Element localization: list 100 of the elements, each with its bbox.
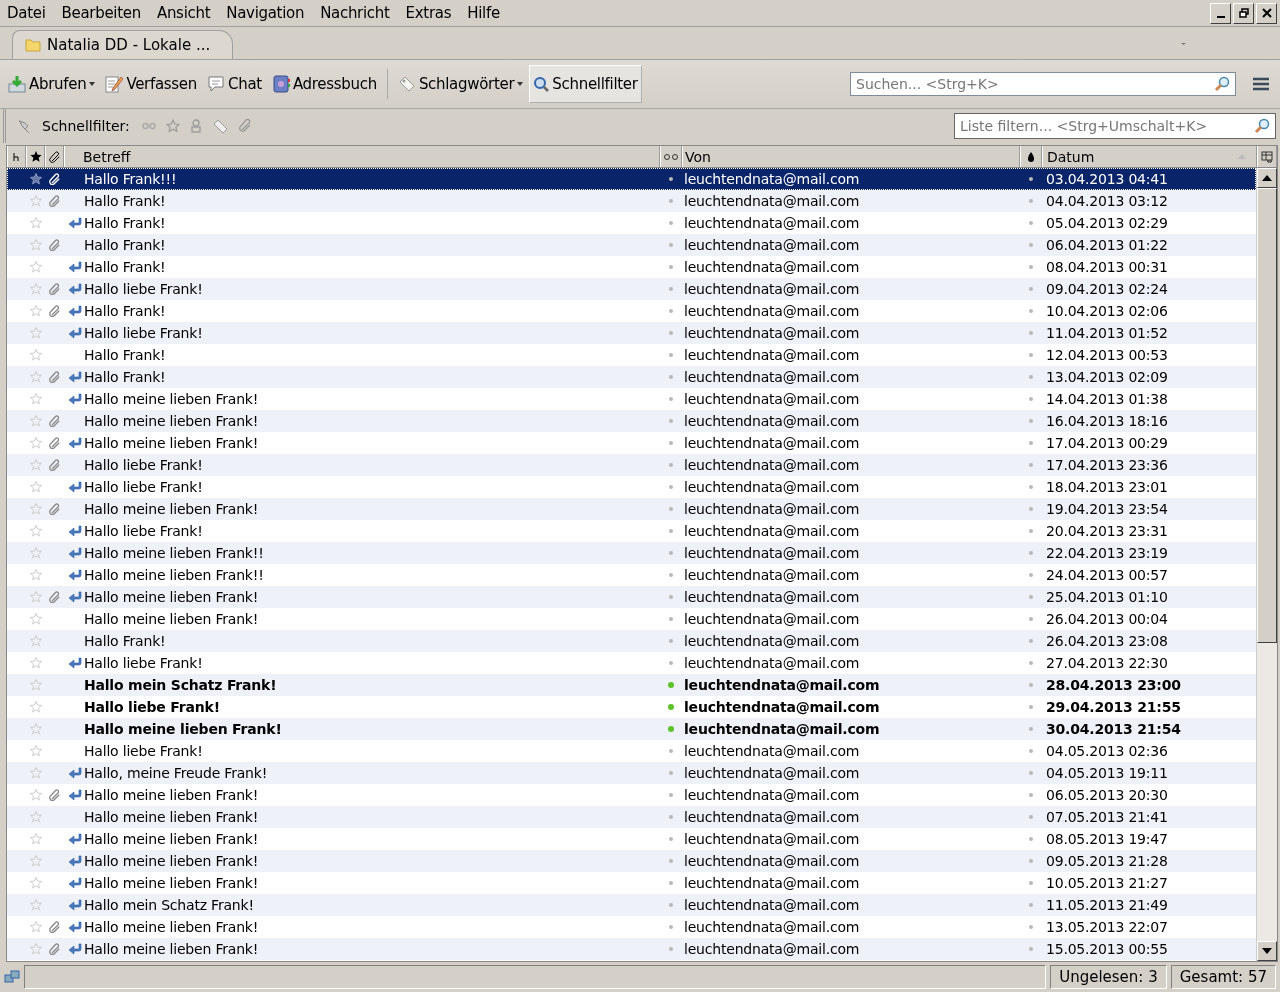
read-status-dot[interactable] xyxy=(669,947,673,951)
junk-status-dot[interactable] xyxy=(1029,243,1033,247)
star-icon[interactable] xyxy=(29,569,42,581)
star-icon[interactable] xyxy=(29,305,42,317)
star-icon[interactable] xyxy=(29,767,42,779)
junk-status-dot[interactable] xyxy=(1029,507,1033,511)
read-status-dot[interactable] xyxy=(669,463,673,467)
read-status-dot[interactable] xyxy=(669,375,673,379)
junk-status-dot[interactable] xyxy=(1029,903,1033,907)
read-status-dot[interactable] xyxy=(669,221,673,225)
message-row[interactable]: Hallo liebe Frank! leuchtendnata@mail.com 17.04.2013 23:36 xyxy=(7,454,1256,476)
message-row[interactable]: Hallo meine lieben Frank! leuchtendnata@mail.com 14.04.2013 01:38 xyxy=(7,388,1256,410)
menu-item[interactable]: Hilfe xyxy=(467,4,500,22)
read-status-dot[interactable] xyxy=(669,485,673,489)
toolbar-button[interactable]: Schlagwörter xyxy=(393,68,528,100)
read-status-dot[interactable] xyxy=(669,287,673,291)
read-status-dot[interactable] xyxy=(669,573,673,577)
menu-item[interactable]: Navigation xyxy=(226,4,305,22)
junk-status-dot[interactable] xyxy=(1029,617,1033,621)
junk-status-dot[interactable] xyxy=(1029,661,1033,665)
read-status-dot[interactable] xyxy=(669,595,673,599)
star-icon[interactable] xyxy=(29,371,42,383)
junk-status-dot[interactable] xyxy=(1029,551,1033,555)
read-column-header[interactable] xyxy=(660,146,682,167)
message-row[interactable]: Hallo meine lieben Frank! leuchtendnata@mail.com 26.04.2013 00:04 xyxy=(7,608,1256,630)
read-status-dot[interactable] xyxy=(668,704,674,710)
message-row[interactable]: Hallo Frank! leuchtendnata@mail.com 12.04.2013 00:53 xyxy=(7,344,1256,366)
star-icon[interactable] xyxy=(165,119,180,133)
toolbar-button[interactable]: Verfassen xyxy=(101,68,201,100)
junk-status-dot[interactable] xyxy=(1029,419,1033,423)
menu-item[interactable]: Bearbeiten xyxy=(61,4,141,22)
junk-status-dot[interactable] xyxy=(1029,485,1033,489)
junk-status-dot[interactable] xyxy=(1029,199,1033,203)
read-status-dot[interactable] xyxy=(669,793,673,797)
read-status-dot[interactable] xyxy=(669,331,673,335)
read-status-dot[interactable] xyxy=(669,903,673,907)
read-status-dot[interactable] xyxy=(669,441,673,445)
restore-button[interactable] xyxy=(1233,2,1254,24)
star-icon[interactable] xyxy=(29,899,42,911)
star-icon[interactable] xyxy=(29,613,42,625)
star-icon[interactable] xyxy=(29,459,42,471)
message-row[interactable]: Hallo liebe Frank! leuchtendnata@mail.com 27.04.2013 22:30 xyxy=(7,652,1256,674)
star-icon[interactable] xyxy=(29,723,42,735)
message-row[interactable]: Hallo meine lieben Frank! leuchtendnata@mail.com 30.04.2013 21:54 xyxy=(7,718,1256,740)
read-status-dot[interactable] xyxy=(669,199,673,203)
message-row[interactable]: Hallo meine lieben Frank! leuchtendnata@mail.com 06.05.2013 20:30 xyxy=(7,784,1256,806)
message-row[interactable]: Hallo mein Schatz Frank! leuchtendnata@mail.com 28.04.2013 23:00 xyxy=(7,674,1256,696)
junk-status-dot[interactable] xyxy=(1029,441,1033,445)
star-icon[interactable] xyxy=(29,745,42,757)
read-status-dot[interactable] xyxy=(669,859,673,863)
star-icon[interactable] xyxy=(29,811,42,823)
star-icon[interactable] xyxy=(29,701,42,713)
toolbar-button[interactable]: Schnellfilter xyxy=(529,65,642,103)
read-status-dot[interactable] xyxy=(669,397,673,401)
junk-status-dot[interactable] xyxy=(1029,375,1033,379)
message-row[interactable]: Hallo, meine Freude Frank! leuchtendnata@mail.com 04.05.2013 19:11 xyxy=(7,762,1256,784)
star-icon[interactable] xyxy=(29,943,42,955)
caret-icon[interactable] xyxy=(1180,41,1188,47)
star-icon[interactable] xyxy=(29,547,42,559)
message-row[interactable]: Hallo liebe Frank! leuchtendnata@mail.com 09.04.2013 02:24 xyxy=(7,278,1256,300)
star-icon[interactable] xyxy=(29,349,42,361)
glasses-icon[interactable] xyxy=(141,121,156,131)
star-icon[interactable] xyxy=(29,877,42,889)
star-icon[interactable] xyxy=(29,261,42,273)
toolbar-button[interactable]: Chat xyxy=(203,68,266,100)
read-status-dot[interactable] xyxy=(669,243,673,247)
network-icon[interactable] xyxy=(4,969,20,985)
junk-status-dot[interactable] xyxy=(1029,815,1033,819)
message-row[interactable]: Hallo liebe Frank! leuchtendnata@mail.com 11.04.2013 01:52 xyxy=(7,322,1256,344)
message-row[interactable]: Hallo Frank! leuchtendnata@mail.com 04.04.2013 03:12 xyxy=(7,190,1256,212)
message-row[interactable]: Hallo Frank! leuchtendnata@mail.com 13.04.2013 02:09 xyxy=(7,366,1256,388)
star-icon[interactable] xyxy=(29,481,42,493)
person-icon[interactable] xyxy=(189,119,202,133)
junk-status-dot[interactable] xyxy=(1029,837,1033,841)
junk-status-dot[interactable] xyxy=(1029,859,1033,863)
junk-column-header[interactable] xyxy=(1020,146,1042,167)
read-status-dot[interactable] xyxy=(669,881,673,885)
read-status-dot[interactable] xyxy=(669,507,673,511)
minimize-button[interactable] xyxy=(1210,2,1231,24)
message-row[interactable]: Hallo Frank! leuchtendnata@mail.com 26.04.2013 23:08 xyxy=(7,630,1256,652)
read-status-dot[interactable] xyxy=(669,771,673,775)
message-row[interactable]: Hallo meine lieben Frank! leuchtendnata@mail.com 07.05.2013 21:41 xyxy=(7,806,1256,828)
junk-status-dot[interactable] xyxy=(1029,683,1033,687)
star-icon[interactable] xyxy=(29,437,42,449)
message-row[interactable]: Hallo meine lieben Frank! leuchtendnata@mail.com 13.05.2013 22:07 xyxy=(7,916,1256,938)
junk-status-dot[interactable] xyxy=(1029,221,1033,225)
toolbar-button[interactable]: Abrufen xyxy=(4,68,100,100)
star-column-header[interactable] xyxy=(26,146,45,167)
column-header[interactable]: Datum xyxy=(1042,146,1257,167)
star-icon[interactable] xyxy=(29,217,42,229)
message-row[interactable]: Hallo meine lieben Frank! leuchtendnata@mail.com 17.04.2013 00:29 xyxy=(7,432,1256,454)
star-icon[interactable] xyxy=(29,415,42,427)
search-field[interactable]: Suchen... <Strg+K> xyxy=(850,72,1236,96)
star-icon[interactable] xyxy=(29,239,42,251)
read-status-dot[interactable] xyxy=(669,925,673,929)
message-row[interactable]: Hallo Frank! leuchtendnata@mail.com 08.04.2013 00:31 xyxy=(7,256,1256,278)
message-row[interactable]: Hallo Frank! leuchtendnata@mail.com 06.04.2013 01:22 xyxy=(7,234,1256,256)
star-icon[interactable] xyxy=(29,173,42,185)
message-row[interactable]: Hallo meine lieben Frank! leuchtendnata@mail.com 10.05.2013 21:27 xyxy=(7,872,1256,894)
thread-column-header[interactable] xyxy=(7,146,26,167)
